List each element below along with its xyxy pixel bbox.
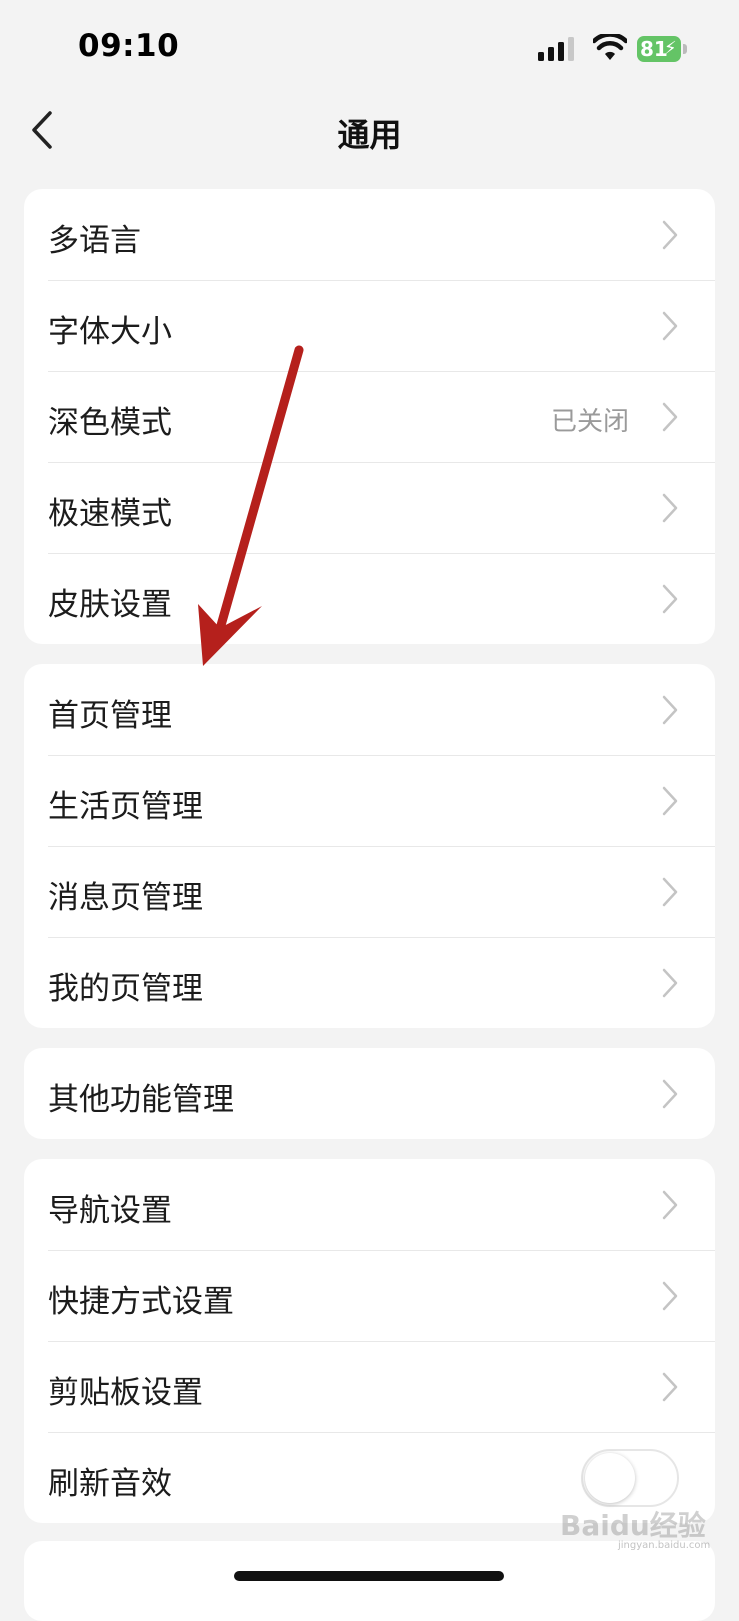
chevron-right-icon <box>662 786 678 816</box>
chevron-right-icon <box>662 311 678 341</box>
settings-row-skin[interactable]: 皮肤设置 <box>24 553 715 644</box>
wifi-icon <box>593 34 627 60</box>
row-label: 刷新音效 <box>48 1466 172 1502</box>
row-label: 极速模式 <box>48 496 172 532</box>
charging-bolt-icon: ⚡ <box>664 38 677 59</box>
settings-group-pages: 首页管理 生活页管理 消息页管理 我的页管理 <box>24 664 715 1028</box>
row-label: 导航设置 <box>48 1193 172 1229</box>
settings-row-clipboard[interactable]: 剪贴板设置 <box>24 1341 715 1432</box>
chevron-right-icon <box>662 220 678 250</box>
settings-group-navigation: 导航设置 快捷方式设置 剪贴板设置 刷新音效 <box>24 1159 715 1523</box>
settings-row-shortcuts[interactable]: 快捷方式设置 <box>24 1250 715 1341</box>
row-label: 消息页管理 <box>48 880 203 916</box>
row-label: 其他功能管理 <box>48 1082 234 1118</box>
chevron-right-icon <box>662 1281 678 1311</box>
chevron-right-icon <box>662 584 678 614</box>
settings-row-navigation[interactable]: 导航设置 <box>24 1159 715 1250</box>
settings-row-dark-mode[interactable]: 深色模式 已关闭 <box>24 371 715 462</box>
chevron-right-icon <box>662 1372 678 1402</box>
row-label: 快捷方式设置 <box>48 1284 234 1320</box>
chevron-right-icon <box>662 968 678 998</box>
row-label: 字体大小 <box>48 314 172 350</box>
battery-cap <box>683 44 687 54</box>
row-label: 首页管理 <box>48 698 172 734</box>
chevron-right-icon <box>662 1079 678 1109</box>
chevron-right-icon <box>662 493 678 523</box>
row-label: 剪贴板设置 <box>48 1375 203 1411</box>
page-title: 通用 <box>337 116 402 154</box>
refresh-sound-toggle[interactable] <box>581 1449 679 1507</box>
cellular-signal-icon <box>538 37 574 61</box>
settings-row-my-page[interactable]: 我的页管理 <box>24 937 715 1028</box>
row-label: 皮肤设置 <box>48 587 172 623</box>
toggle-knob <box>585 1453 635 1503</box>
chevron-right-icon <box>662 695 678 725</box>
settings-row-home-page[interactable]: 首页管理 <box>24 664 715 755</box>
settings-group-other: 其他功能管理 <box>24 1048 715 1139</box>
battery-indicator: 81 ⚡ <box>637 36 687 62</box>
settings-row-life-page[interactable]: 生活页管理 <box>24 755 715 846</box>
row-label: 多语言 <box>48 223 141 259</box>
row-label: 深色模式 <box>48 405 172 441</box>
row-label: 生活页管理 <box>48 789 203 825</box>
nav-bar: 通用 <box>0 96 739 166</box>
settings-row-font-size[interactable]: 字体大小 <box>24 280 715 371</box>
chevron-right-icon <box>662 402 678 432</box>
watermark-sub: jingyan.baidu.com <box>618 1540 711 1551</box>
status-time: 09:10 <box>78 28 180 64</box>
settings-row-message-page[interactable]: 消息页管理 <box>24 846 715 937</box>
settings-group-next <box>24 1541 715 1621</box>
row-label: 我的页管理 <box>48 971 203 1007</box>
battery-body: 81 ⚡ <box>637 36 681 62</box>
chevron-right-icon <box>662 1190 678 1220</box>
chevron-right-icon <box>662 877 678 907</box>
baidu-watermark: Baidu经验 jingyan.baidu.com <box>560 1500 720 1551</box>
home-indicator[interactable] <box>234 1571 504 1581</box>
dark-mode-status: 已关闭 <box>550 407 629 437</box>
settings-row-language[interactable]: 多语言 <box>24 189 715 280</box>
settings-row-speed-mode[interactable]: 极速模式 <box>24 462 715 553</box>
settings-row-other-features[interactable]: 其他功能管理 <box>24 1048 715 1139</box>
watermark-text: Baidu经验 <box>560 1509 706 1542</box>
status-bar: 09:10 81 ⚡ <box>0 0 739 90</box>
settings-group-display: 多语言 字体大小 深色模式 已关闭 极速模式 皮肤设置 <box>24 189 715 644</box>
